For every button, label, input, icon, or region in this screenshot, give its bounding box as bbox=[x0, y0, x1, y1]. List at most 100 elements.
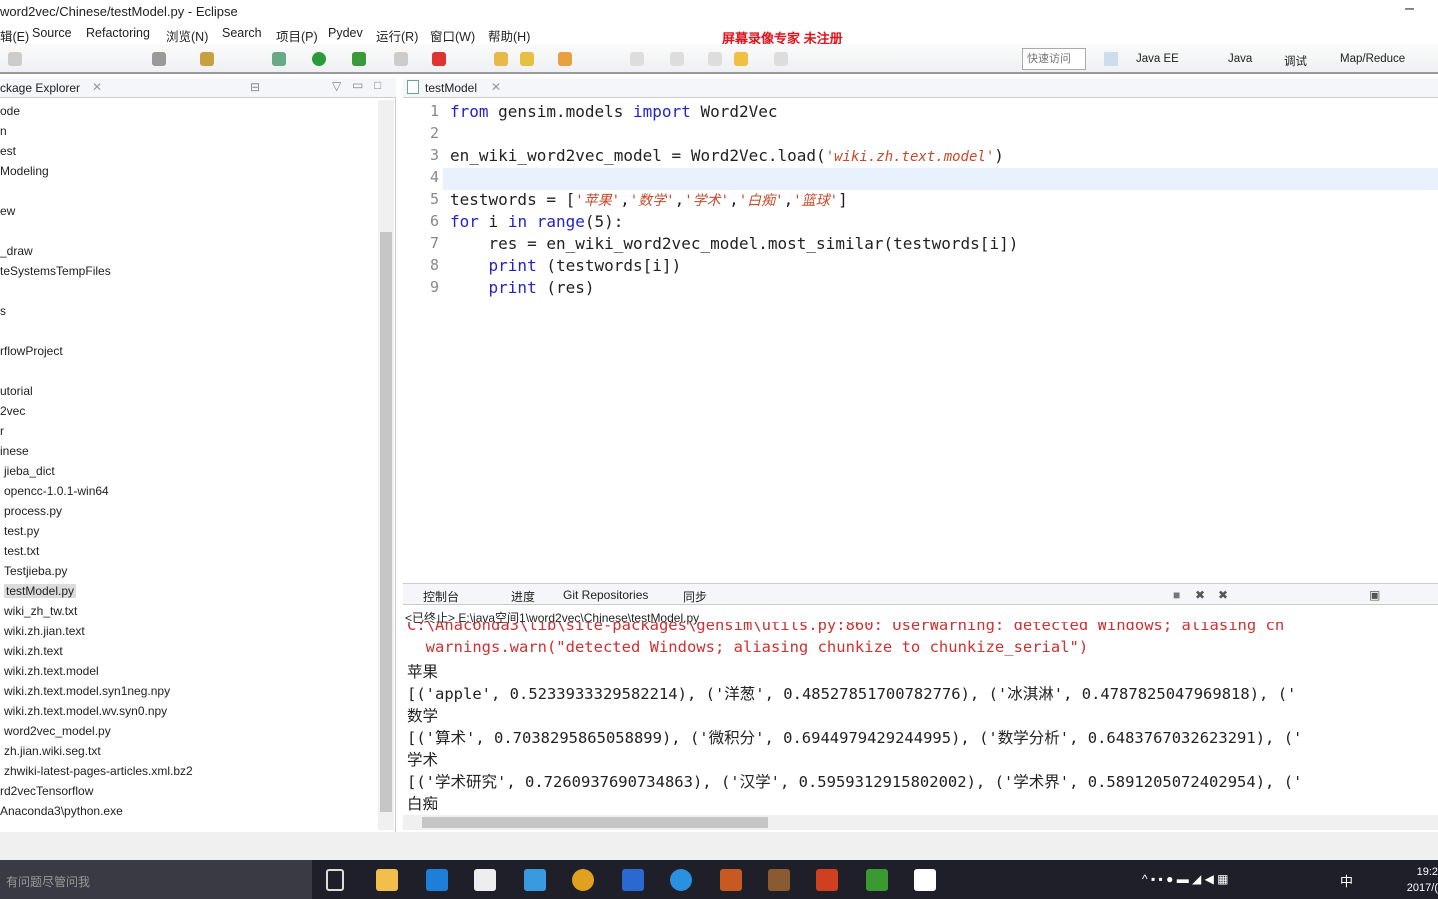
stop-icon[interactable] bbox=[394, 52, 408, 66]
tab-progress[interactable]: 进度 bbox=[511, 588, 535, 605]
code-editor[interactable]: 1 from gensim.models import Word2Vec 2 3 en_… bbox=[403, 98, 1438, 575]
package-icon[interactable] bbox=[200, 52, 214, 66]
console-hscroll-thumb[interactable] bbox=[422, 817, 768, 828]
eclipse-icon[interactable] bbox=[768, 869, 790, 891]
console-output[interactable]: C:\Anaconda3\lib\site-packages\gensim\ut… bbox=[403, 622, 1438, 815]
open-icon[interactable] bbox=[494, 52, 508, 66]
menu-item[interactable]: Search bbox=[222, 26, 262, 40]
tree-item[interactable]: wiki.zh.text bbox=[4, 644, 63, 658]
close-icon[interactable]: ✕ bbox=[92, 80, 102, 94]
run-icon[interactable] bbox=[312, 52, 326, 66]
tree-item[interactable]: est bbox=[0, 144, 16, 158]
ime-tray-indicator[interactable]: 中 bbox=[1340, 871, 1353, 890]
menu-item[interactable]: 辑(E) bbox=[0, 26, 29, 45]
minimize-view-icon[interactable]: ▭ bbox=[352, 78, 363, 92]
tree-item[interactable]: _draw bbox=[0, 244, 33, 258]
open-folder-icon[interactable] bbox=[558, 52, 572, 66]
close-icon[interactable]: ✕ bbox=[491, 80, 501, 94]
open-perspective-icon[interactable] bbox=[1104, 52, 1118, 66]
tab-git-repositories[interactable]: Git Repositories bbox=[563, 588, 648, 602]
taskbar-search[interactable]: 有问题尽管问我 bbox=[0, 860, 312, 899]
tree-item[interactable]: Modeling bbox=[0, 164, 49, 178]
tree-item[interactable]: rd2vecTensorflow bbox=[0, 784, 93, 798]
tree-item[interactable]: test.txt bbox=[4, 544, 39, 558]
perspective-java-ee[interactable]: Java EE bbox=[1136, 53, 1179, 65]
tray-icons[interactable]: ^ ▪ ▪ ● ▬ ◢ ◀ ▦ bbox=[1142, 872, 1229, 886]
clock[interactable]: 19:2 2017/( bbox=[1407, 864, 1438, 896]
menu-item[interactable]: 窗口(W) bbox=[430, 26, 475, 45]
menu-item[interactable]: 项目(P) bbox=[276, 26, 318, 45]
tree-item[interactable]: opencc-1.0.1-win64 bbox=[4, 484, 109, 498]
tree-item[interactable]: n bbox=[0, 124, 7, 138]
perspective-mapreduce[interactable]: Map/Reduce bbox=[1322, 53, 1405, 65]
edge-icon[interactable] bbox=[426, 869, 448, 891]
tab-sync[interactable]: 同步 bbox=[683, 588, 707, 605]
prev-annotation-icon[interactable] bbox=[670, 52, 684, 66]
explorer-scroll-thumb[interactable] bbox=[380, 232, 392, 812]
tree-item[interactable]: s bbox=[0, 304, 6, 318]
tree-item[interactable]: ode bbox=[0, 104, 20, 118]
menu-item[interactable]: 运行(R) bbox=[376, 26, 418, 45]
tree-item[interactable]: zhwiki-latest-pages-articles.xml.bz2 bbox=[4, 764, 193, 778]
tree-item[interactable]: r bbox=[0, 424, 4, 438]
coverage-icon[interactable] bbox=[352, 52, 366, 66]
tree-item[interactable]: wiki.zh.text.model.wv.syn0.npy bbox=[4, 704, 167, 718]
tree-item[interactable]: ew bbox=[0, 204, 15, 218]
tree-item[interactable]: utorial bbox=[0, 384, 33, 398]
tree-item[interactable]: jieba_dict bbox=[4, 464, 55, 478]
external-tools-icon[interactable] bbox=[432, 52, 446, 66]
view-menu-icon[interactable]: ▽ bbox=[332, 79, 341, 93]
chrome-icon[interactable] bbox=[572, 869, 594, 891]
forward-icon[interactable] bbox=[774, 52, 788, 66]
menu-item[interactable]: Pydev bbox=[328, 26, 363, 40]
minimize-button[interactable]: – bbox=[1405, 0, 1414, 18]
pin-console-icon[interactable]: ▣ bbox=[1369, 588, 1380, 602]
quick-access-input[interactable] bbox=[1022, 48, 1086, 70]
terminate-icon[interactable]: ■ bbox=[1173, 588, 1180, 602]
sublime-icon[interactable] bbox=[720, 869, 742, 891]
debug-icon[interactable] bbox=[272, 52, 286, 66]
pin-icon[interactable] bbox=[520, 52, 534, 66]
collapse-all-icon[interactable]: ⊟ bbox=[250, 80, 260, 94]
tree-item[interactable]: word2vec_model.py bbox=[4, 724, 111, 738]
editor-tab-testmodel[interactable]: testModel bbox=[425, 81, 477, 95]
python-icon[interactable] bbox=[152, 52, 166, 66]
task-view-icon[interactable] bbox=[326, 869, 344, 891]
tree-item[interactable]: testModel.py bbox=[4, 584, 77, 598]
perspective-debug[interactable]: 调试 bbox=[1266, 53, 1307, 69]
app-icon[interactable] bbox=[524, 869, 546, 891]
package-explorer-tab[interactable]: ckage Explorer ✕ ⊟ ▽ ▭ □ bbox=[0, 78, 396, 98]
tree-item[interactable]: inese bbox=[0, 444, 29, 458]
mail-icon[interactable] bbox=[622, 869, 644, 891]
tree-item[interactable]: rflowProject bbox=[0, 344, 63, 358]
file-explorer-icon[interactable] bbox=[376, 869, 398, 891]
maximize-view-icon[interactable]: □ bbox=[374, 78, 381, 92]
recorder-icon[interactable] bbox=[914, 869, 936, 891]
tree-item[interactable]: Testjieba.py bbox=[4, 564, 67, 578]
tree-item[interactable]: wiki.zh.text.model.syn1neg.npy bbox=[4, 684, 170, 698]
back-icon[interactable] bbox=[734, 52, 748, 66]
perspective-java[interactable]: Java bbox=[1210, 53, 1252, 65]
tab-console[interactable]: 控制台 bbox=[423, 588, 459, 605]
store-icon[interactable] bbox=[474, 869, 496, 891]
powerpoint-icon[interactable] bbox=[816, 869, 838, 891]
menu-item[interactable]: 帮助(H) bbox=[488, 26, 530, 45]
last-edit-icon[interactable] bbox=[708, 52, 722, 66]
next-annotation-icon[interactable] bbox=[630, 52, 644, 66]
tree-item[interactable]: wiki_zh_tw.txt bbox=[4, 604, 77, 618]
tree-item[interactable]: zh.jian.wiki.seg.txt bbox=[4, 744, 101, 758]
camtasia-icon[interactable] bbox=[866, 869, 888, 891]
tree-item[interactable]: wiki.zh.text.model bbox=[4, 664, 99, 678]
remove-all-icon[interactable]: ✖ bbox=[1218, 588, 1228, 602]
tree-item[interactable]: 2vec bbox=[0, 404, 25, 418]
browser-icon[interactable] bbox=[670, 869, 692, 891]
menu-item[interactable]: Source bbox=[32, 26, 72, 40]
tree-item[interactable]: Anaconda3\python.exe bbox=[0, 804, 123, 818]
tree-item[interactable]: test.py bbox=[4, 524, 39, 538]
save-icon[interactable] bbox=[8, 52, 22, 66]
menu-item[interactable]: 浏览(N) bbox=[166, 26, 208, 45]
menu-item[interactable]: Refactoring bbox=[86, 26, 150, 40]
tree-item[interactable]: teSystemsTempFiles bbox=[0, 264, 111, 278]
tree-item[interactable]: process.py bbox=[4, 504, 62, 518]
remove-launch-icon[interactable]: ✖ bbox=[1195, 588, 1205, 602]
